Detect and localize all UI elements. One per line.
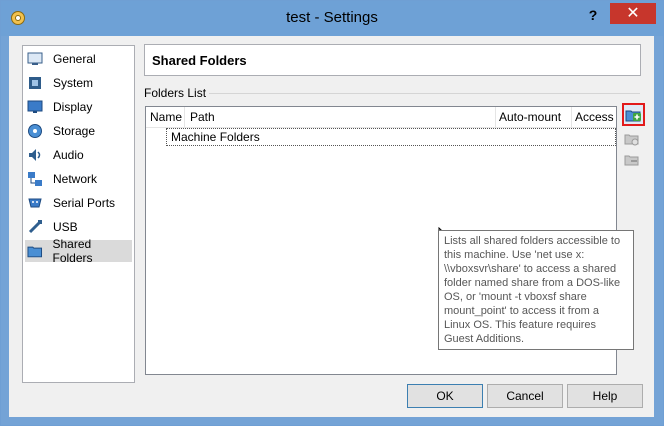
display-icon: [27, 100, 43, 113]
help-button[interactable]: Help: [567, 384, 643, 408]
column-divider: [495, 107, 496, 127]
network-icon: [28, 172, 42, 186]
folders-list-label: Folders List: [144, 86, 211, 100]
page-header: Shared Folders: [144, 44, 641, 76]
ok-button[interactable]: OK: [407, 384, 483, 408]
sidebar-item-label: General: [53, 52, 96, 66]
general-icon: [27, 52, 43, 65]
storage-icon: [28, 124, 42, 138]
add-folder-button[interactable]: [622, 103, 645, 126]
remove-folder-icon: [624, 155, 639, 166]
sidebar-item-serial-ports[interactable]: Serial Ports: [25, 192, 132, 214]
sidebar-item-label: Audio: [53, 148, 84, 162]
dialog-body: General System Display Storage Audio Net…: [9, 36, 654, 417]
sidebar-item-label: Display: [53, 100, 93, 114]
tooltip: Lists all shared folders accessible to t…: [438, 230, 634, 350]
sidebar-item-display[interactable]: Display: [25, 96, 132, 118]
sidebar-item-shared-folders[interactable]: Shared Folders: [25, 237, 132, 265]
column-header-auto-mount[interactable]: Auto-mount: [499, 110, 561, 124]
edit-folder-icon: [624, 134, 639, 146]
add-folder-icon: [625, 110, 641, 122]
sidebar-item-network[interactable]: Network: [25, 168, 132, 190]
sidebar-item-label: System: [53, 76, 94, 90]
remove-folder-button[interactable]: [623, 151, 641, 169]
cancel-button[interactable]: Cancel: [487, 384, 563, 408]
audio-icon: [29, 149, 41, 161]
sidebar-item-label: Serial Ports: [53, 196, 116, 210]
sidebar-item-general[interactable]: General: [25, 48, 132, 70]
sidebar-item-label: Shared Folders: [52, 237, 93, 265]
edit-folder-button[interactable]: [623, 130, 641, 148]
shared-folders-icon: [27, 246, 43, 258]
table-row[interactable]: Machine Folders: [166, 128, 616, 146]
group-divider: [209, 93, 640, 94]
sidebar-item-label: Network: [53, 172, 98, 186]
system-icon: [29, 77, 41, 89]
column-header-access[interactable]: Access: [575, 110, 614, 124]
column-divider: [184, 107, 185, 127]
column-divider: [571, 107, 572, 127]
settings-window: test - Settings ? ✕ General System Displ…: [0, 0, 664, 426]
settings-sidebar: General System Display Storage Audio Net…: [22, 45, 135, 383]
usb-icon: [28, 220, 42, 234]
title-bar[interactable]: test - Settings ? ✕: [1, 1, 663, 36]
help-title-button[interactable]: ?: [580, 4, 606, 26]
machine-folders-label: Machine Folders: [171, 130, 260, 144]
sidebar-item-usb[interactable]: USB: [25, 216, 132, 238]
sidebar-item-storage[interactable]: Storage: [25, 120, 132, 142]
column-header-name[interactable]: Name: [150, 110, 182, 124]
sidebar-item-audio[interactable]: Audio: [25, 144, 132, 166]
serial-ports-icon: [28, 198, 42, 208]
page-title: Shared Folders: [152, 53, 247, 68]
column-header-path[interactable]: Path: [190, 110, 215, 124]
sidebar-item-label: Storage: [53, 124, 96, 138]
sidebar-item-label: USB: [53, 220, 78, 234]
close-button[interactable]: ✕: [610, 3, 656, 24]
table-header: Name Path Auto-mount Access: [146, 107, 616, 128]
window-title: test - Settings: [286, 9, 378, 26]
sidebar-item-system[interactable]: System: [25, 72, 132, 94]
